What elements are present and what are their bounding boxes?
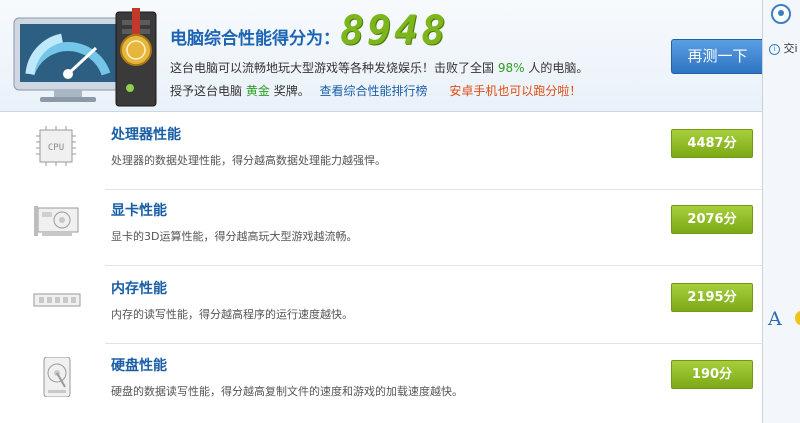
- component-desc: 内存的读写性能，得分越高程序的运行速度越快。: [111, 308, 353, 321]
- cpu-icon: CPU: [36, 126, 76, 166]
- component-score: 190分: [671, 360, 753, 389]
- component-score: 2195分: [671, 283, 753, 312]
- performance-meter-art: [13, 8, 157, 107]
- font-icon[interactable]: A: [768, 308, 782, 330]
- award-line: 授予这台电脑 黄金 奖牌。 查看综合性能排行榜 安卓手机也可以跑分啦！: [170, 82, 581, 99]
- hard-disk-icon: [43, 357, 71, 397]
- side-info-text: 交i: [783, 42, 798, 55]
- side-panel: i 交i A: [762, 0, 800, 423]
- score-title: 电脑综合性能得分为：: [170, 29, 340, 49]
- award-prefix: 授予这台电脑: [170, 84, 243, 98]
- component-desc: 处理器的数据处理性能，得分越高数据处理能力越强悍。: [111, 154, 386, 167]
- summary-header: 电脑综合性能得分为： 8948 这台电脑可以流畅地玩大型游戏等各种发烧娱乐！击败…: [0, 0, 763, 112]
- component-row-disk: 硬盘性能 硬盘的数据读写性能，得分越高复制文件的速度和游戏的加载速度越快。 19…: [0, 343, 762, 421]
- emoji-icon[interactable]: [795, 311, 800, 325]
- component-score: 4487分: [671, 129, 753, 158]
- info-icon: i: [769, 43, 780, 55]
- graphics-card-icon: [34, 206, 79, 236]
- overall-score: 8948: [340, 8, 449, 54]
- summary-text: 这台电脑可以流畅地玩大型游戏等各种发烧娱乐！击败了全国: [170, 61, 495, 75]
- component-score: 2076分: [671, 205, 753, 234]
- benchmark-panel: 电脑综合性能得分为： 8948 这台电脑可以流畅地玩大型游戏等各种发烧娱乐！击败…: [0, 0, 763, 423]
- component-name: 显卡性能: [111, 203, 167, 219]
- component-row-gpu: 显卡性能 显卡的3D运算性能，得分越高玩大型游戏越流畅。 2076分: [0, 188, 762, 266]
- mobile-benchmark-link[interactable]: 安卓手机也可以跑分啦！: [449, 84, 581, 98]
- award-suffix: 奖牌。: [273, 84, 310, 98]
- component-name: 内存性能: [111, 281, 167, 297]
- memory-icon: [33, 293, 81, 307]
- ranking-link[interactable]: 查看综合性能排行榜: [320, 84, 428, 98]
- medal-level: 黄金: [245, 84, 270, 98]
- beat-percentage: 98%: [497, 61, 525, 75]
- component-desc: 硬盘的数据读写性能，得分越高复制文件的速度和游戏的加载速度越快。: [111, 385, 463, 398]
- summary-suffix: 人的电脑。: [528, 61, 589, 75]
- side-info[interactable]: i 交i: [769, 40, 798, 56]
- component-name: 处理器性能: [111, 127, 181, 143]
- avatar-icon[interactable]: [771, 4, 791, 24]
- component-row-memory: 内存性能 内存的读写性能，得分越高程序的运行速度越快。 2195分: [0, 266, 762, 344]
- component-desc: 显卡的3D运算性能，得分越高玩大型游戏越流畅。: [111, 230, 358, 243]
- retest-button[interactable]: 再测一下: [671, 39, 763, 74]
- component-row-cpu: CPU 处理器性能 处理器的数据处理性能，得分越高数据处理能力越强悍。 4487…: [0, 112, 762, 190]
- component-name: 硬盘性能: [111, 358, 167, 374]
- score-summary: 这台电脑可以流畅地玩大型游戏等各种发烧娱乐！击败了全国 98% 人的电脑。: [170, 59, 588, 76]
- cpu-icon-label: CPU: [48, 143, 64, 153]
